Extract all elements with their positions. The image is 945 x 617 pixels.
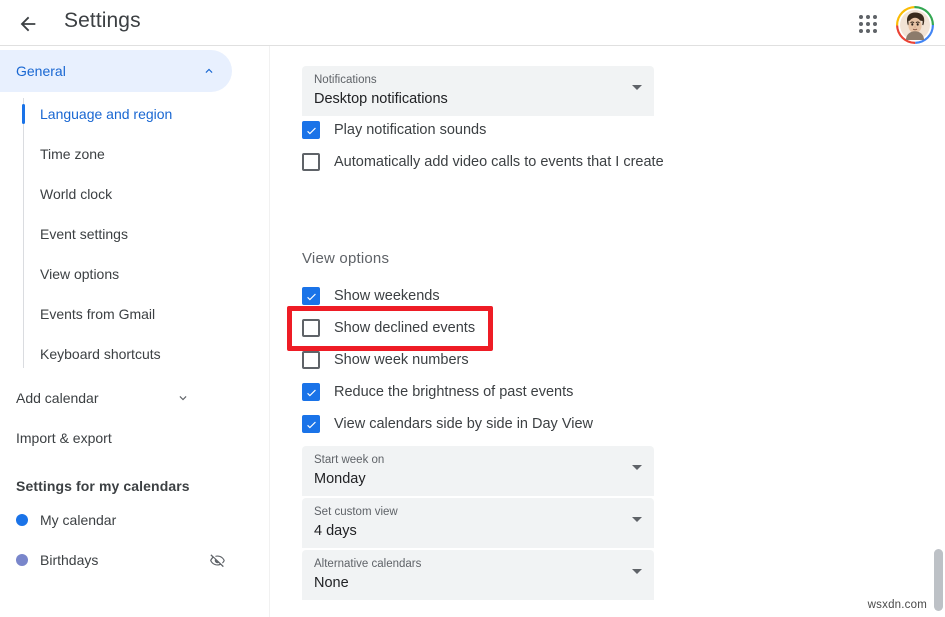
chevron-down-icon [174, 389, 192, 407]
grid-dot [866, 29, 870, 33]
chevron-up-icon [200, 62, 218, 80]
set-custom-view-label: Set custom view [314, 505, 642, 519]
grid-dot [873, 29, 877, 33]
sidebar-item-label: World clock [40, 186, 112, 202]
dropdown-arrow-icon [632, 569, 642, 574]
checkbox-label: Automatically add video calls to events … [334, 154, 664, 170]
checkbox-row-show-week-numbers[interactable]: Show week numbers [302, 351, 469, 369]
calendar-name: Birthdays [40, 552, 208, 568]
settings-main-content: Notifications Desktop notifications Play… [271, 46, 945, 617]
sidebar-item-label: Event settings [40, 226, 128, 242]
checkbox-side-by-side-day-view[interactable] [302, 415, 320, 433]
start-week-on-select[interactable]: Start week on Monday [302, 446, 654, 496]
grid-dot [859, 29, 863, 33]
settings-page: Settings [0, 0, 945, 617]
checkbox-show-week-numbers[interactable] [302, 351, 320, 369]
grid-dot [859, 22, 863, 26]
active-marker [22, 104, 25, 124]
sidebar-item-label: Add calendar [16, 390, 174, 406]
alternative-calendars-value: None [314, 573, 642, 593]
alternative-calendars-label: Alternative calendars [314, 557, 642, 571]
back-arrow-icon[interactable] [12, 8, 44, 40]
sidebar-item-world-clock[interactable]: World clock [0, 174, 269, 214]
sidebar-calendar-my-calendar[interactable]: My calendar [0, 500, 240, 540]
start-week-on-label: Start week on [314, 453, 642, 467]
settings-sidebar: General Language and region Time zone Wo… [0, 46, 270, 617]
sidebar-section-general-label: General [16, 63, 200, 79]
grid-dot [866, 15, 870, 19]
checkbox-label: Show declined events [334, 320, 475, 336]
dropdown-arrow-icon [632, 85, 642, 90]
checkbox-label: View calendars side by side in Day View [334, 416, 593, 432]
sidebar-group-title: Settings for my calendars [0, 478, 269, 494]
start-week-on-value: Monday [314, 469, 642, 489]
checkbox-label: Show week numbers [334, 352, 469, 368]
sidebar-item-keyboard-shortcuts[interactable]: Keyboard shortcuts [0, 334, 269, 374]
grid-dot [873, 15, 877, 19]
avatar[interactable] [896, 6, 934, 44]
set-custom-view-value: 4 days [314, 521, 642, 541]
checkbox-row-show-weekends[interactable]: Show weekends [302, 287, 440, 305]
checkbox-label: Play notification sounds [334, 122, 486, 138]
scrollbar-thumb[interactable] [934, 549, 943, 611]
checkbox-row-show-declined-events[interactable]: Show declined events [302, 319, 475, 337]
sidebar-item-label: View options [40, 266, 119, 282]
sidebar-item-event-settings[interactable]: Event settings [0, 214, 269, 254]
sidebar-item-view-options[interactable]: View options [0, 254, 269, 294]
sidebar-item-import-export[interactable]: Import & export [0, 418, 232, 458]
sidebar-item-label: Time zone [40, 146, 105, 162]
notifications-select-label: Notifications [314, 73, 642, 87]
dropdown-arrow-icon [632, 517, 642, 522]
dropdown-arrow-icon [632, 465, 642, 470]
checkbox-row-side-by-side-day-view[interactable]: View calendars side by side in Day View [302, 415, 593, 433]
calendar-color-dot [16, 554, 28, 566]
sidebar-section-general[interactable]: General [0, 50, 232, 92]
grid-dot [866, 22, 870, 26]
sidebar-calendar-birthdays[interactable]: Birthdays [0, 540, 240, 580]
page-title: Settings [64, 9, 141, 33]
calendar-color-dot [16, 514, 28, 526]
sidebar-subitems: Language and region Time zone World cloc… [0, 94, 269, 374]
sidebar-item-label: Language and region [40, 106, 172, 122]
checkbox-play-notification-sounds[interactable] [302, 121, 320, 139]
scrollbar-track[interactable] [932, 46, 945, 617]
calendar-name: My calendar [40, 512, 226, 528]
checkbox-row-play-notification-sounds[interactable]: Play notification sounds [302, 121, 486, 139]
sidebar-item-time-zone[interactable]: Time zone [0, 134, 269, 174]
notifications-select[interactable]: Notifications Desktop notifications [302, 66, 654, 116]
sidebar-item-events-from-gmail[interactable]: Events from Gmail [0, 294, 269, 334]
checkbox-show-declined-events[interactable] [302, 319, 320, 337]
set-custom-view-select[interactable]: Set custom view 4 days [302, 498, 654, 548]
checkbox-auto-add-video-calls[interactable] [302, 153, 320, 171]
sidebar-item-label: Events from Gmail [40, 306, 155, 322]
checkbox-label: Reduce the brightness of past events [334, 384, 573, 400]
checkbox-label: Show weekends [334, 288, 440, 304]
checkbox-row-reduce-brightness-past-events[interactable]: Reduce the brightness of past events [302, 383, 573, 401]
checkbox-reduce-brightness-past-events[interactable] [302, 383, 320, 401]
section-title-view-options: View options [302, 250, 389, 267]
eye-off-icon[interactable] [208, 551, 226, 569]
grid-dot [859, 15, 863, 19]
sidebar-item-language-and-region[interactable]: Language and region [0, 94, 269, 134]
watermark: wsxdn.com [868, 599, 927, 611]
sidebar-item-add-calendar[interactable]: Add calendar [0, 378, 232, 418]
notifications-select-value: Desktop notifications [314, 89, 642, 109]
apps-grid-icon[interactable] [856, 12, 880, 36]
sidebar-item-label: Import & export [16, 430, 192, 446]
app-header: Settings [0, 0, 945, 46]
alternative-calendars-select[interactable]: Alternative calendars None [302, 550, 654, 600]
grid-dot [873, 22, 877, 26]
sidebar-item-label: Keyboard shortcuts [40, 346, 161, 362]
checkbox-show-weekends[interactable] [302, 287, 320, 305]
checkbox-row-auto-add-video-calls[interactable]: Automatically add video calls to events … [302, 153, 664, 171]
